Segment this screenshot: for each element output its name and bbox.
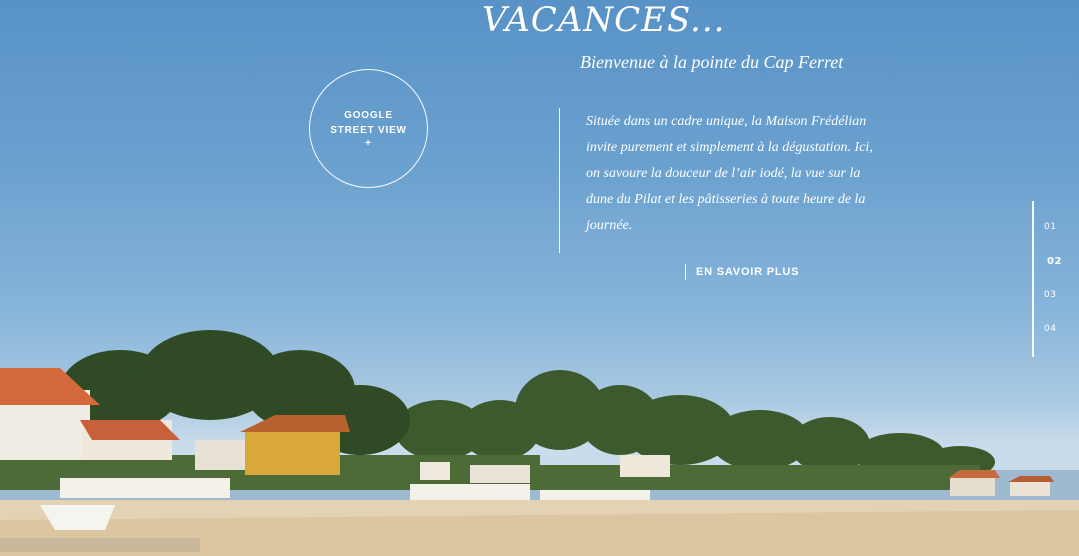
hero-background-photo [0,0,1079,556]
plus-icon: + [365,137,372,149]
page-title: VACANCES... [482,0,726,40]
page-subtitle: Bienvenue à la pointe du Cap Ferret [580,52,844,72]
intro-paragraph: Située dans un cadre unique, la Maison F… [586,114,873,233]
slide-pager-item-01[interactable]: 01 [1044,222,1056,232]
slide-pager-item-02[interactable]: 02 [1047,256,1062,267]
street-view-label-line1: GOOGLE [344,109,393,121]
coastline-scene-illustration [0,330,1079,556]
learn-more-link[interactable]: EN SAVOIR PLUS [685,264,799,280]
slide-pager-line [1032,201,1034,357]
slide-pager-item-04[interactable]: 04 [1044,324,1056,334]
street-view-label-line2: STREET VIEW [330,124,407,136]
intro-divider-line [559,108,560,253]
slide-pager-item-03[interactable]: 03 [1044,290,1056,300]
google-street-view-button[interactable]: GOOGLE STREET VIEW + [309,69,428,188]
